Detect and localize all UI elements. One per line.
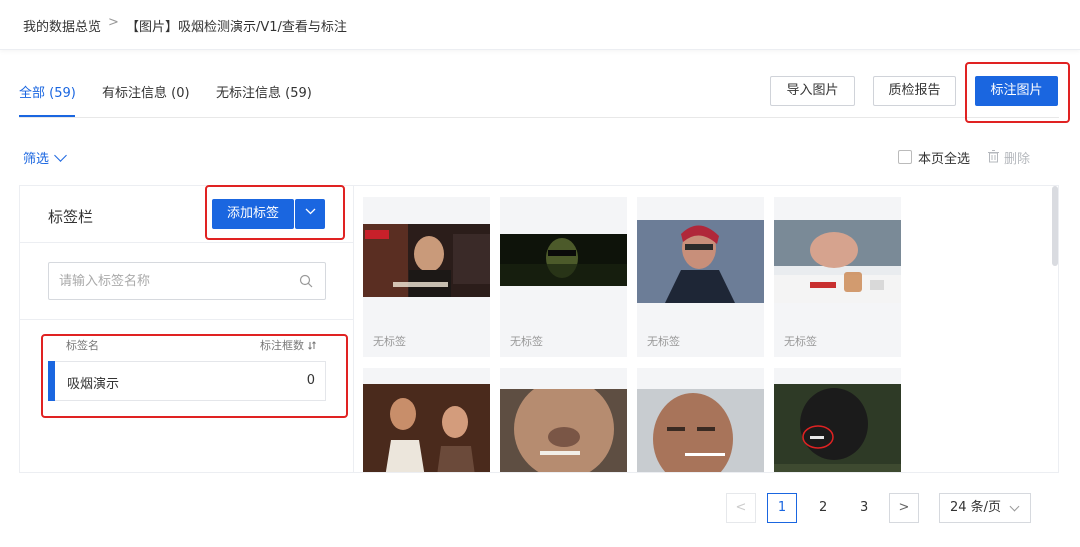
active-tab-indicator xyxy=(19,115,75,117)
add-label-dropdown-button[interactable] xyxy=(295,199,325,229)
trash-icon xyxy=(988,150,999,163)
panel-divider xyxy=(20,242,353,243)
import-images-button[interactable]: 导入图片 xyxy=(770,76,855,106)
image-thumbnail xyxy=(774,220,901,303)
label-color-swatch xyxy=(48,361,55,401)
image-card[interactable]: 无标签 xyxy=(363,197,490,357)
image-card[interactable] xyxy=(637,368,764,472)
tabs-divider xyxy=(19,117,1059,118)
page-size-value: 24 条/页 xyxy=(950,500,1002,515)
column-header-box-count[interactable]: 标注框数 xyxy=(260,337,316,353)
column-header-box-count-label: 标注框数 xyxy=(260,339,304,352)
chevron-down-icon xyxy=(1009,501,1020,512)
tab-all[interactable]: 全部 (59) xyxy=(19,82,76,101)
image-thumbnail xyxy=(363,224,490,297)
pagination-next[interactable]: > xyxy=(889,493,919,523)
label-name: 吸烟演示 xyxy=(67,377,120,392)
label-list-item[interactable]: 吸烟演示 0 xyxy=(48,361,326,401)
tab-unannotated[interactable]: 无标注信息 (59) xyxy=(216,82,312,101)
label-panel-title: 标签栏 xyxy=(48,208,94,226)
page-size-select[interactable]: 24 条/页 xyxy=(939,493,1031,523)
filter-toggle[interactable]: 筛选 xyxy=(23,148,49,167)
label-search-input[interactable] xyxy=(49,263,279,299)
breadcrumb: 我的数据总览 > 【图片】吸烟检测演示/V1/查看与标注 xyxy=(0,0,1080,50)
image-card[interactable] xyxy=(774,368,901,472)
image-card[interactable]: 无标签 xyxy=(774,197,901,357)
column-header-label-name: 标签名 xyxy=(66,339,99,352)
chevron-down-icon xyxy=(305,208,315,215)
image-card[interactable]: 无标签 xyxy=(500,197,627,357)
pagination-page[interactable]: 3 xyxy=(860,500,868,515)
image-thumbnail xyxy=(637,389,764,472)
label-search xyxy=(48,262,326,300)
image-grid: 无标签 无标签 无标签 无标签 xyxy=(354,185,1059,473)
pagination-page[interactable]: 2 xyxy=(819,500,827,515)
image-thumbnail xyxy=(500,389,627,472)
search-icon[interactable] xyxy=(299,274,313,288)
label-box-count: 0 xyxy=(306,373,315,388)
quality-report-button[interactable]: 质检报告 xyxy=(873,76,956,106)
image-thumbnail xyxy=(363,384,490,472)
add-label-button[interactable]: 添加标签 xyxy=(212,199,294,229)
breadcrumb-separator: > xyxy=(108,15,119,30)
tab-annotated[interactable]: 有标注信息 (0) xyxy=(102,82,190,101)
annotate-images-button[interactable]: 标注图片 xyxy=(975,76,1058,106)
breadcrumb-root[interactable]: 我的数据总览 xyxy=(23,16,101,35)
breadcrumb-current: 【图片】吸烟检测演示/V1/查看与标注 xyxy=(126,20,347,35)
select-all-checkbox[interactable] xyxy=(898,150,912,164)
image-thumbnail xyxy=(637,220,764,303)
chevron-down-icon[interactable] xyxy=(54,149,67,162)
pagination-prev[interactable]: < xyxy=(726,493,756,523)
image-caption: 无标签 xyxy=(510,335,543,348)
image-card[interactable] xyxy=(500,368,627,472)
select-all-label[interactable]: 本页全选 xyxy=(918,148,970,167)
image-caption: 无标签 xyxy=(784,335,817,348)
delete-button[interactable]: 删除 xyxy=(1004,148,1030,167)
grid-scrollbar[interactable] xyxy=(1052,186,1058,266)
image-card[interactable] xyxy=(363,368,490,472)
image-caption: 无标签 xyxy=(647,335,680,348)
image-thumbnail xyxy=(774,384,901,472)
sort-icon[interactable] xyxy=(307,341,316,350)
panel-divider xyxy=(20,319,353,320)
image-thumbnail xyxy=(500,234,627,286)
pagination-page-current[interactable]: 1 xyxy=(767,493,797,523)
image-caption: 无标签 xyxy=(373,335,406,348)
image-card[interactable]: 无标签 xyxy=(637,197,764,357)
